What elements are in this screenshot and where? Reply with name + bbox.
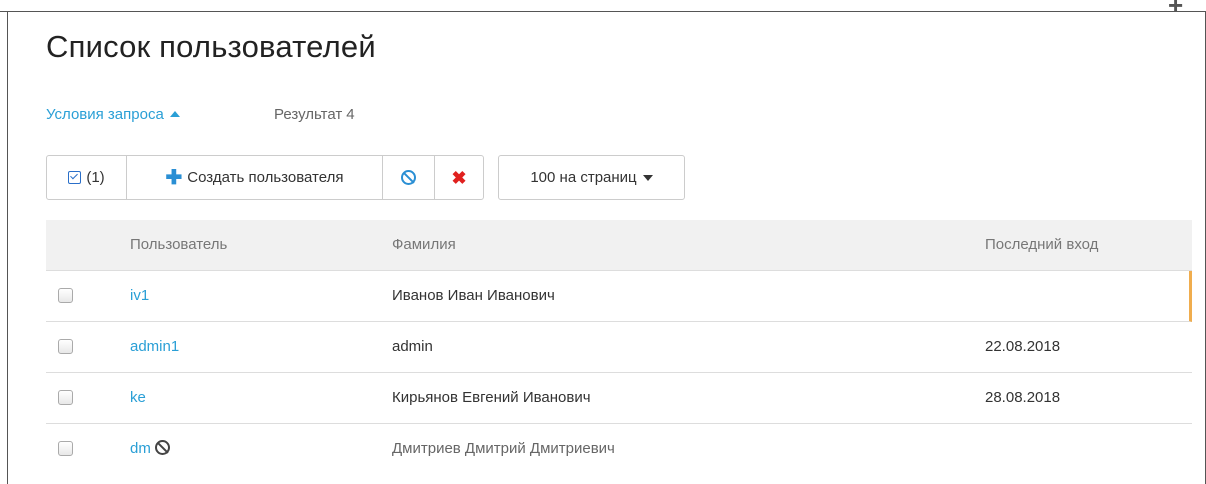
row-checkbox[interactable] <box>58 390 73 409</box>
toolbar: (1) ✚ Создать пользователя ✖ <box>46 155 484 200</box>
full-name: Иванов Иван Иванович <box>392 287 555 304</box>
result-label: Результат <box>274 106 343 123</box>
per-page-dropdown[interactable]: 100 на страниц <box>498 155 685 200</box>
chevron-down-icon <box>642 174 653 181</box>
user-link[interactable]: admin1 <box>130 338 179 355</box>
page-title: Список пользователей <box>46 29 376 64</box>
create-user-button[interactable]: ✚ Создать пользователя <box>127 156 383 199</box>
create-user-label: Создать пользователя <box>187 169 344 186</box>
users-table: Пользователь Фамилия Последний вход iv1 … <box>46 220 1192 475</box>
last-login: 22.08.2018 <box>985 338 1061 355</box>
delete-x-icon: ✖ <box>451 167 467 188</box>
user-link[interactable]: dm <box>130 440 151 457</box>
result-count-value: 4 <box>346 106 355 123</box>
row-checkbox[interactable] <box>58 288 73 307</box>
row-checkbox[interactable] <box>58 339 73 358</box>
delete-user-button[interactable]: ✖ <box>435 156 483 199</box>
table-row[interactable]: admin1 admin 22.08.2018 <box>46 322 1192 373</box>
row-checkbox[interactable] <box>58 441 73 460</box>
full-name: Дмитриев Дмитрий Дмитриевич <box>392 440 615 457</box>
selected-count: (1) <box>86 169 105 186</box>
query-conditions-label: Условия запроса <box>46 106 164 123</box>
table-header: Пользователь Фамилия Последний вход <box>46 220 1192 271</box>
query-conditions-toggle[interactable]: Условия запроса <box>46 106 180 123</box>
select-all-button[interactable]: (1) <box>47 156 127 199</box>
column-header-last-login[interactable]: Последний вход <box>985 236 1098 253</box>
user-link[interactable]: iv1 <box>130 287 149 304</box>
table-row[interactable]: iv1 Иванов Иван Иванович <box>46 271 1192 322</box>
user-link[interactable]: ke <box>130 389 146 406</box>
corner-plus-icon[interactable]: + <box>1168 0 1183 18</box>
table-row[interactable]: dm Дмитриев Дмитрий Дмитриевич <box>46 424 1192 475</box>
table-row[interactable]: ke Кирьянов Евгений Иванович 28.08.2018 <box>46 373 1192 424</box>
plus-icon: ✚ <box>165 166 183 189</box>
user-cell: dm <box>130 440 170 457</box>
checkbox-checked-icon <box>68 171 82 184</box>
result-count: Результат 4 <box>274 106 355 123</box>
frame-top-border <box>0 11 1206 12</box>
full-name: Кирьянов Евгений Иванович <box>392 389 591 406</box>
ban-icon <box>401 170 416 185</box>
column-header-user[interactable]: Пользователь <box>130 236 227 253</box>
last-login: 28.08.2018 <box>985 389 1061 406</box>
block-user-button[interactable] <box>383 156 435 199</box>
blocked-icon <box>154 440 170 455</box>
caret-up-icon <box>169 111 180 117</box>
frame-left-border <box>7 11 8 484</box>
column-header-surname[interactable]: Фамилия <box>392 236 456 253</box>
per-page-label: 100 на страниц <box>530 169 637 186</box>
full-name: admin <box>392 338 433 355</box>
